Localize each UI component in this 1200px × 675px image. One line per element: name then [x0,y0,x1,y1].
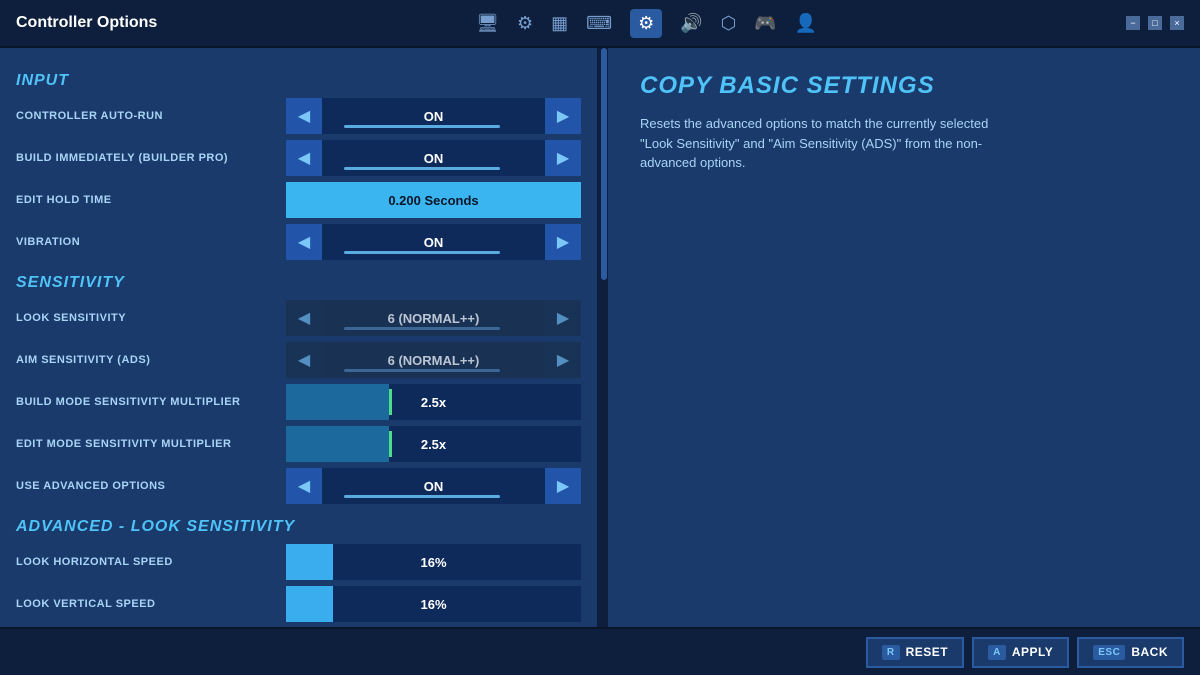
build-mode-multiplier-row: BUILD MODE SENSITIVITY MULTIPLIER 2.5x [16,384,581,420]
aim-sensitivity-value: 6 (NORMAL++) [322,342,545,378]
look-horizontal-speed-row: LOOK HORIZONTAL SPEED 16% [16,544,581,580]
vibration-left-arrow[interactable]: ◀ [286,224,322,260]
scroll-thumb[interactable] [601,48,607,280]
controller-auto-run-left-arrow[interactable]: ◀ [286,98,322,134]
vibration-value: ON [322,224,545,260]
aim-sensitivity-control: ◀ 6 (NORMAL++) ▶ [286,342,581,378]
look-sensitivity-control: ◀ 6 (NORMAL++) ▶ [286,300,581,336]
build-mode-multiplier-control: 2.5x [286,384,581,420]
reset-label: RESET [906,645,949,659]
reset-button[interactable]: R RESET [866,637,964,668]
gear-icon[interactable]: ⚙ [517,13,533,34]
use-advanced-options-control: ◀ ON ▶ [286,468,581,504]
look-vertical-speed-value[interactable]: 16% [286,586,581,622]
user-icon[interactable]: 👤 [795,13,817,34]
close-button[interactable]: × [1170,16,1184,30]
keyboard-layout-icon[interactable]: ▦ [551,13,568,34]
edit-mode-multiplier-control: 2.5x [286,426,581,462]
scrollbar[interactable] [600,48,608,627]
use-advanced-options-right-arrow[interactable]: ▶ [545,468,581,504]
look-horizontal-speed-control: 16% [286,544,581,580]
look-vertical-speed-row: LOOK VERTICAL SPEED 16% [16,586,581,622]
look-sensitivity-right-arrow[interactable]: ▶ [545,300,581,336]
vibration-label: VIBRATION [16,236,286,248]
minimize-button[interactable]: − [1126,16,1140,30]
edit-hold-time-label: EDIT HOLD TIME [16,194,286,206]
main-content: INPUT CONTROLLER AUTO-RUN ◀ ON ▶ BUILD I… [0,48,1200,627]
controller-auto-run-right-arrow[interactable]: ▶ [545,98,581,134]
keyboard-icon[interactable]: ⌨ [586,13,612,34]
build-mode-multiplier-value[interactable]: 2.5x [286,384,581,420]
use-advanced-options-row: USE ADVANCED OPTIONS ◀ ON ▶ [16,468,581,504]
left-panel: INPUT CONTROLLER AUTO-RUN ◀ ON ▶ BUILD I… [0,48,600,627]
vibration-control: ◀ ON ▶ [286,224,581,260]
aim-sensitivity-left-arrow[interactable]: ◀ [286,342,322,378]
build-immediately-label: BUILD IMMEDIATELY (BUILDER PRO) [16,152,286,164]
edit-hold-time-row: EDIT HOLD TIME 0.200 Seconds [16,182,581,218]
bottom-bar: R RESET A APPLY ESC BACK [0,627,1200,675]
aim-sensitivity-right-arrow[interactable]: ▶ [545,342,581,378]
window-controls: − □ × [1126,16,1184,30]
edit-mode-multiplier-value[interactable]: 2.5x [286,426,581,462]
vibration-right-arrow[interactable]: ▶ [545,224,581,260]
vibration-row: VIBRATION ◀ ON ▶ [16,224,581,260]
look-sensitivity-label: LOOK SENSITIVITY [16,312,286,324]
copy-settings-title: COPY BASIC SETTINGS [640,72,1168,100]
advanced-look-section-title: ADVANCED - LOOK SENSITIVITY [16,518,581,536]
controller-auto-run-value: ON [322,98,545,134]
use-advanced-options-left-arrow[interactable]: ◀ [286,468,322,504]
build-immediately-row: BUILD IMMEDIATELY (BUILDER PRO) ◀ ON ▶ [16,140,581,176]
controller-auto-run-control: ◀ ON ▶ [286,98,581,134]
edit-mode-multiplier-row: EDIT MODE SENSITIVITY MULTIPLIER 2.5x [16,426,581,462]
monitor-icon[interactable]: 🖥 [476,13,499,34]
apply-button[interactable]: A APPLY [972,637,1069,668]
look-horizontal-speed-value[interactable]: 16% [286,544,581,580]
look-sensitivity-left-arrow[interactable]: ◀ [286,300,322,336]
apply-key: A [988,645,1006,660]
aim-sensitivity-row: AIM SENSITIVITY (ADS) ◀ 6 (NORMAL++) ▶ [16,342,581,378]
use-advanced-options-label: USE ADVANCED OPTIONS [16,480,286,492]
copy-settings-description: Resets the advanced options to match the… [640,114,1020,173]
controller-icon[interactable]: ⚙ [630,9,662,38]
maximize-button[interactable]: □ [1148,16,1162,30]
apply-label: APPLY [1012,645,1053,659]
edit-hold-time-control: 0.200 Seconds [286,182,581,218]
title-bar: Controller Options 🖥 ⚙ ▦ ⌨ ⚙ 🔊 ⬡ 🎮 👤 − □… [0,0,1200,48]
build-immediately-control: ◀ ON ▶ [286,140,581,176]
sensitivity-section-title: SENSITIVITY [16,274,581,292]
window-title: Controller Options [16,14,157,32]
aim-sensitivity-label: AIM SENSITIVITY (ADS) [16,354,286,366]
speaker-icon[interactable]: 🔊 [680,13,702,34]
look-horizontal-speed-label: LOOK HORIZONTAL SPEED [16,556,286,568]
controller-auto-run-label: CONTROLLER AUTO-RUN [16,110,286,122]
build-immediately-right-arrow[interactable]: ▶ [545,140,581,176]
look-vertical-speed-label: LOOK VERTICAL SPEED [16,598,286,610]
nav-icons: 🖥 ⚙ ▦ ⌨ ⚙ 🔊 ⬡ 🎮 👤 [187,9,1106,38]
reset-key: R [882,645,900,660]
use-advanced-options-value: ON [322,468,545,504]
network-icon[interactable]: ⬡ [721,13,737,34]
controller-auto-run-row: CONTROLLER AUTO-RUN ◀ ON ▶ [16,98,581,134]
look-sensitivity-row: LOOK SENSITIVITY ◀ 6 (NORMAL++) ▶ [16,300,581,336]
gamepad-icon[interactable]: 🎮 [754,13,776,34]
edit-mode-multiplier-label: EDIT MODE SENSITIVITY MULTIPLIER [16,438,286,450]
back-key: ESC [1093,645,1125,660]
back-label: BACK [1131,645,1168,659]
back-button[interactable]: ESC BACK [1077,637,1184,668]
build-immediately-left-arrow[interactable]: ◀ [286,140,322,176]
right-panel: COPY BASIC SETTINGS Resets the advanced … [608,48,1200,627]
look-sensitivity-value: 6 (NORMAL++) [322,300,545,336]
edit-hold-time-value[interactable]: 0.200 Seconds [286,182,581,218]
input-section-title: INPUT [16,72,581,90]
build-immediately-value: ON [322,140,545,176]
build-mode-multiplier-label: BUILD MODE SENSITIVITY MULTIPLIER [16,396,286,408]
look-vertical-speed-control: 16% [286,586,581,622]
